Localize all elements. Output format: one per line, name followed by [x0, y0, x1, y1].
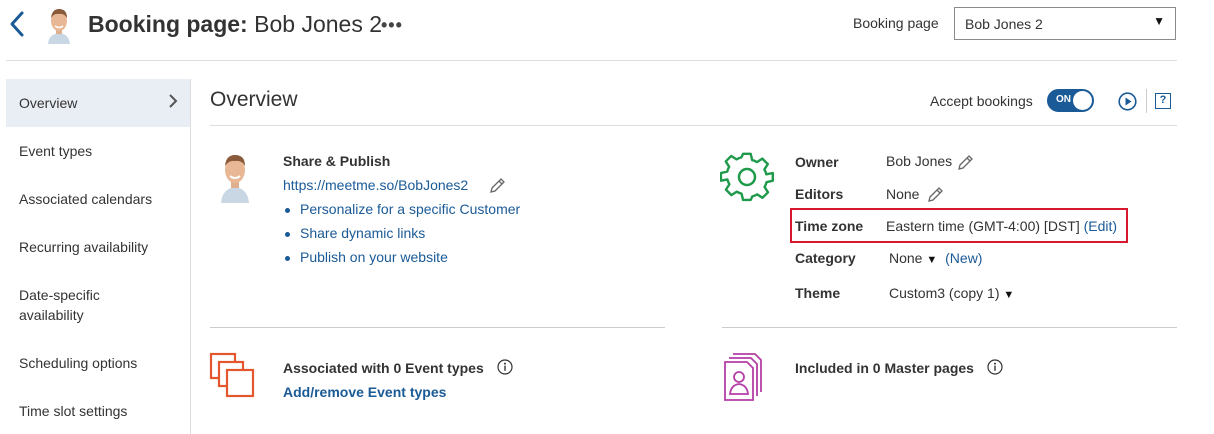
- booking-page-select-value: Bob Jones 2: [965, 16, 1043, 32]
- associated-event-types-title: Associated with 0 Event types: [283, 360, 484, 376]
- category-label: Category: [795, 250, 856, 266]
- toggle-knob: [1073, 91, 1092, 110]
- theme-dropdown[interactable]: Custom3 (copy 1) ▼: [889, 285, 1014, 301]
- accept-bookings-label: Accept bookings: [930, 93, 1033, 109]
- sidebar-item-scheduling-options[interactable]: Scheduling options: [6, 353, 190, 373]
- dropdown-caret-icon: ▼: [1003, 289, 1015, 301]
- back-arrow-icon[interactable]: [6, 10, 28, 38]
- info-icon[interactable]: [987, 359, 1003, 375]
- chevron-right-icon: [169, 94, 178, 108]
- sidebar-item-event-types[interactable]: Event types: [6, 141, 190, 161]
- publish-website-link[interactable]: Publish on your website: [285, 249, 448, 265]
- timezone-label: Time zone: [795, 218, 864, 234]
- theme-value: Custom3 (copy 1): [889, 285, 1000, 301]
- sidebar-item-label: Overview: [19, 95, 78, 111]
- link-label: Share dynamic links: [300, 225, 426, 241]
- info-icon[interactable]: [497, 359, 513, 375]
- owner-label: Owner: [795, 154, 839, 170]
- gear-icon: [720, 152, 774, 202]
- link-label: Publish on your website: [300, 249, 448, 265]
- share-dynamic-links-link[interactable]: Share dynamic links: [285, 225, 425, 241]
- owner-value: Bob Jones: [886, 153, 953, 169]
- sidebar-item-label: Scheduling options: [19, 355, 138, 371]
- sidebar-item-associated-calendars[interactable]: Associated calendars: [6, 189, 190, 209]
- section-divider: [210, 327, 665, 328]
- edit-pencil-icon[interactable]: [957, 154, 974, 171]
- page-title-prefix: Booking page:: [88, 11, 248, 37]
- toolbar-divider: [1146, 89, 1147, 113]
- preview-play-icon[interactable]: [1118, 92, 1137, 111]
- link-label: Personalize for a specific Customer: [300, 201, 521, 217]
- page-title: Booking page: Bob Jones 2: [88, 11, 382, 38]
- sidebar-item-label: Time slot settings: [19, 403, 128, 419]
- category-dropdown[interactable]: None ▼: [889, 250, 941, 266]
- personalize-link[interactable]: Personalize for a specific Customer: [285, 201, 520, 217]
- booking-page-select[interactable]: Bob Jones 2 ▼: [954, 7, 1176, 40]
- dropdown-caret-icon: ▼: [1153, 14, 1165, 28]
- sidebar-item-recurring-availability[interactable]: Recurring availability: [6, 237, 190, 257]
- sidebar-item-label: Associated calendars: [19, 191, 153, 207]
- toggle-state-label: ON: [1056, 94, 1071, 105]
- accept-bookings-toggle[interactable]: ON: [1047, 89, 1094, 112]
- header-divider: [6, 60, 1177, 61]
- booking-url-link[interactable]: https://meetme.so/BobJones2: [283, 177, 468, 193]
- page-title-name: Bob Jones 2: [254, 11, 382, 37]
- theme-label: Theme: [795, 285, 841, 301]
- booking-page-label: Booking page: [853, 15, 939, 31]
- timezone-row: Eastern time (GMT-4:00) [DST] (Edit): [886, 218, 1117, 234]
- avatar: [218, 151, 252, 203]
- edit-pencil-icon[interactable]: [489, 177, 506, 194]
- sidebar-item-label: Event types: [19, 143, 93, 159]
- section-divider: [722, 327, 1177, 328]
- edit-pencil-icon[interactable]: [927, 186, 944, 203]
- timezone-value: Eastern time (GMT-4:00) [DST]: [886, 218, 1080, 234]
- sidebar-item-date-specific-availability[interactable]: Date-specific availability: [6, 285, 156, 325]
- share-publish-title: Share & Publish: [283, 153, 391, 169]
- editors-label: Editors: [795, 186, 844, 202]
- sidebar: Overview Event types Associated calendar…: [6, 79, 191, 434]
- editors-value: None: [886, 186, 920, 202]
- category-value: None: [889, 250, 923, 266]
- avatar: [44, 6, 74, 44]
- event-types-icon: [209, 352, 255, 398]
- more-options-icon[interactable]: •••: [381, 16, 403, 34]
- category-row: None ▼ (New): [889, 250, 982, 266]
- timezone-edit-link[interactable]: (Edit): [1084, 218, 1117, 234]
- add-remove-event-types-link[interactable]: Add/remove Event types: [283, 384, 446, 400]
- sidebar-item-label: Date-specific availability: [19, 287, 100, 323]
- category-new-link[interactable]: (New): [945, 250, 982, 266]
- help-icon[interactable]: ?: [1155, 93, 1171, 109]
- master-pages-icon: [724, 353, 762, 401]
- sidebar-item-time-slot-settings[interactable]: Time slot settings: [6, 401, 190, 421]
- overview-divider: [210, 125, 1177, 126]
- sidebar-item-label: Recurring availability: [19, 239, 149, 255]
- sidebar-item-overview[interactable]: Overview: [6, 79, 190, 127]
- master-pages-title: Included in 0 Master pages: [795, 360, 974, 376]
- dropdown-caret-icon: ▼: [926, 254, 938, 266]
- section-title: Overview: [210, 88, 298, 111]
